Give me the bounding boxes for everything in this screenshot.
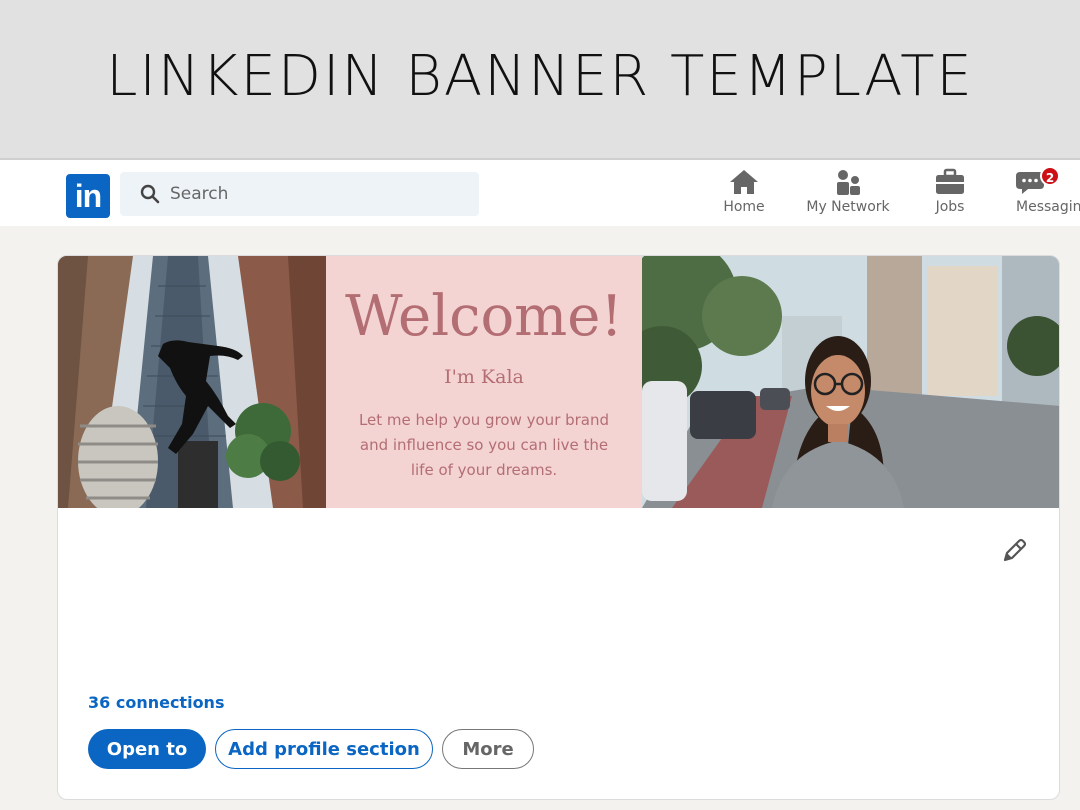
- nav-my-network[interactable]: My Network: [804, 168, 892, 224]
- profile-banner[interactable]: Welcome! I'm Kala Let me help you grow y…: [58, 256, 1059, 508]
- banner-tagline: Let me help you grow your brand and infl…: [358, 411, 610, 479]
- banner-text-panel: Welcome! I'm Kala Let me help you grow y…: [326, 256, 642, 508]
- network-icon: [837, 170, 860, 195]
- home-icon: [730, 170, 758, 194]
- nav-my-network-label: My Network: [806, 199, 890, 215]
- banner-greeting: I'm Kala: [444, 366, 524, 388]
- search-icon: [140, 184, 160, 204]
- nav-messaging[interactable]: 2 Messagin: [1010, 166, 1080, 224]
- add-profile-section-button[interactable]: Add profile section: [215, 729, 433, 769]
- briefcase-icon: [936, 168, 964, 194]
- linkedin-logo[interactable]: in: [66, 174, 110, 218]
- more-button[interactable]: More: [442, 729, 534, 769]
- nav-home[interactable]: Home: [720, 168, 768, 224]
- banner-headline: Welcome!: [345, 284, 623, 349]
- linkedin-navbar: in Home My Network Jobs: [0, 158, 1080, 226]
- notification-badge: 2: [1040, 166, 1060, 186]
- woman-street-photo: [642, 256, 1059, 508]
- profile-card: Welcome! I'm Kala Let me help you grow y…: [57, 255, 1060, 800]
- city-building-photo: [58, 256, 326, 508]
- nav-jobs-label: Jobs: [935, 199, 965, 215]
- nav-jobs[interactable]: Jobs: [930, 168, 970, 224]
- connections-link[interactable]: 36 connections: [88, 693, 224, 712]
- nav-messaging-label: Messagin: [1016, 199, 1080, 215]
- open-to-button[interactable]: Open to: [88, 729, 206, 769]
- title-band: LINKEDIN BANNER TEMPLATE: [0, 0, 1080, 158]
- messaging-icon-wrap: 2: [1016, 166, 1060, 196]
- edit-pencil-icon[interactable]: [999, 536, 1029, 566]
- nav-home-label: Home: [723, 199, 765, 215]
- search-input[interactable]: [170, 172, 460, 216]
- page-title: LINKEDIN BANNER TEMPLATE: [106, 43, 974, 109]
- search-box[interactable]: [120, 172, 479, 216]
